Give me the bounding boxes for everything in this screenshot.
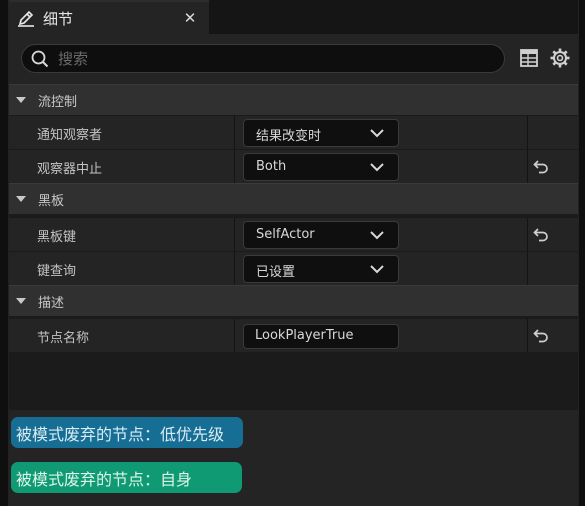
- reset-to-default-icon[interactable]: [533, 160, 549, 174]
- category-label: 流控制: [38, 94, 78, 110]
- dropdown-value: SelfActor: [256, 227, 315, 242]
- dropdown-value: 已设置: [256, 265, 296, 280]
- tab-bar: 细节 ✕: [9, 0, 578, 34]
- key-query-dropdown[interactable]: 已设置: [243, 255, 399, 283]
- column-divider: [527, 150, 528, 184]
- chevron-down-icon: [370, 163, 384, 172]
- column-divider[interactable]: [234, 252, 235, 286]
- search-toolbar: [9, 34, 578, 84]
- search-input[interactable]: [58, 48, 488, 70]
- pencil-icon: [15, 7, 37, 29]
- search-icon: [31, 50, 49, 68]
- tab-title: 细节: [43, 9, 74, 28]
- category-label: 黑板: [38, 193, 65, 209]
- column-divider: [527, 116, 528, 150]
- table-view-icon[interactable]: [519, 48, 539, 68]
- reset-to-default-icon[interactable]: [533, 329, 549, 343]
- property-label: 观察器中止: [37, 162, 103, 177]
- reset-to-default-icon[interactable]: [533, 228, 549, 242]
- close-icon[interactable]: ✕: [181, 8, 199, 28]
- column-divider: [527, 218, 528, 252]
- column-divider: [527, 252, 528, 286]
- property-row-observer-aborts: 观察器中止 Both: [9, 149, 578, 184]
- property-label: 黑板键: [37, 230, 77, 245]
- collapse-arrow-icon: [16, 196, 26, 202]
- observer-aborts-dropdown[interactable]: Both: [243, 153, 399, 181]
- chevron-down-icon: [370, 231, 384, 240]
- column-divider[interactable]: [234, 319, 235, 353]
- property-row-key-query: 键查询 已设置: [9, 251, 578, 286]
- property-label: 通知观察者: [37, 128, 103, 143]
- notify-observer-dropdown[interactable]: 结果改变时: [243, 119, 399, 147]
- property-row-notify-observer: 通知观察者 结果改变时: [9, 115, 578, 150]
- collapse-arrow-icon: [16, 298, 26, 304]
- property-row-node-name: 节点名称 LookPlayerTrue: [9, 318, 578, 353]
- property-label: 节点名称: [37, 331, 90, 346]
- property-label: 键查询: [37, 264, 77, 279]
- search-box[interactable]: [21, 44, 505, 73]
- gear-icon[interactable]: [549, 47, 571, 69]
- column-divider: [527, 319, 528, 353]
- node-badges-area: 被模式废弃的节点：低优先级 被模式废弃的节点：自身: [9, 410, 578, 506]
- badge-aborted-self: 被模式废弃的节点：自身: [11, 462, 242, 493]
- collapse-arrow-icon: [16, 97, 26, 103]
- column-divider[interactable]: [234, 116, 235, 150]
- column-divider[interactable]: [234, 218, 235, 252]
- right-panel-edge: [578, 0, 585, 506]
- blackboard-key-dropdown[interactable]: SelfActor: [243, 221, 399, 249]
- chevron-down-icon: [370, 129, 384, 138]
- category-label: 描述: [38, 295, 65, 311]
- badge-aborted-lower-priority: 被模式废弃的节点：低优先级: [11, 417, 243, 448]
- details-panel: 流控制 通知观察者 结果改变时 观察器中止 Both 黑板 黑板键 SelfAc…: [9, 34, 578, 506]
- tab-details[interactable]: 细节 ✕: [9, 0, 209, 34]
- text-field-value: LookPlayerTrue: [255, 328, 354, 343]
- category-blackboard[interactable]: 黑板: [9, 183, 578, 214]
- column-divider[interactable]: [234, 150, 235, 184]
- property-row-blackboard-key: 黑板键 SelfActor: [9, 217, 578, 252]
- chevron-down-icon: [370, 265, 384, 274]
- left-panel-edge: [0, 0, 9, 506]
- category-flow-control[interactable]: 流控制: [9, 84, 578, 115]
- node-name-field[interactable]: LookPlayerTrue: [243, 324, 399, 349]
- dropdown-value: Both: [256, 159, 287, 174]
- dropdown-value: 结果改变时: [256, 129, 322, 144]
- category-description[interactable]: 描述: [9, 285, 578, 316]
